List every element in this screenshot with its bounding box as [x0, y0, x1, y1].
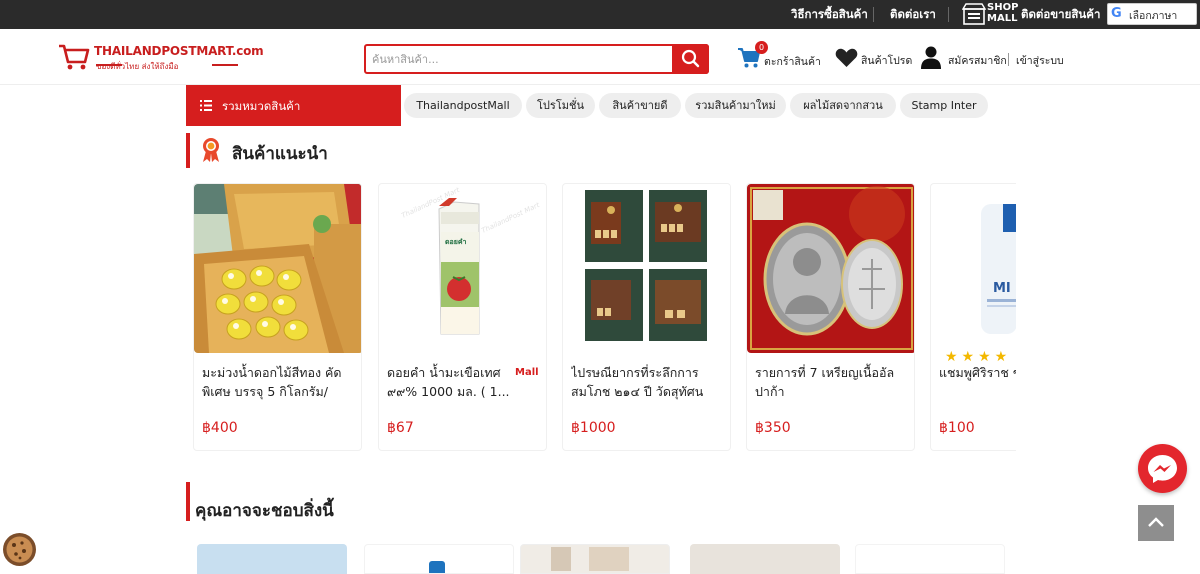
login-link[interactable]: เข้าสู่ระบบ — [1016, 52, 1064, 69]
search-box — [364, 44, 709, 74]
nav-pill-fresh-fruit[interactable]: ผลไม้สดจากสวน — [790, 93, 896, 118]
product-image-shampoo: MI — [931, 184, 1016, 353]
svg-text:ดอยคำ: ดอยคำ — [445, 238, 467, 246]
product-image[interactable] — [563, 184, 730, 353]
recommended-title: สินค้าแนะนำ — [232, 144, 328, 164]
shop-mall-logo[interactable]: SHOP MALL — [987, 2, 1018, 24]
logo-cart-icon[interactable] — [58, 43, 90, 71]
section-accent-bar — [186, 482, 190, 521]
sell-with-us-link[interactable]: ติดต่อขายสินค้า — [1021, 6, 1100, 24]
product-image[interactable] — [747, 184, 914, 353]
product-name[interactable]: รายการที่ 7 เหรียญเนื้ออัลปาก้า — [755, 363, 908, 403]
site-header: THAILANDPOSTMART.com ของดีทั่วไทย ส่งให้… — [0, 29, 1200, 85]
search-input[interactable] — [372, 49, 672, 69]
svg-text:MI: MI — [993, 281, 1011, 296]
product-name[interactable]: ดอยคำ น้ำมะเขือเทศ ๙๙% 1000 มล. ( 1... — [387, 363, 515, 403]
product-card-partial[interactable] — [855, 544, 1005, 574]
nav-pill-stamp-inter[interactable]: Stamp Inter — [900, 93, 988, 118]
cookie-icon — [6, 536, 33, 563]
shop-mall-word: SHOP — [987, 2, 1019, 13]
nav-pill-promotion[interactable]: โปรโมชั่น — [526, 93, 595, 118]
back-to-top-button[interactable] — [1138, 505, 1174, 541]
product-card[interactable]: มะม่วงน้ำดอกไม้สีทอง คัดพิเศษ บรรจุ 5 กิ… — [193, 183, 362, 451]
favorites-label[interactable]: สินค้าโปรด — [861, 52, 912, 69]
all-categories-button[interactable]: รวมหมวดสินค้า — [186, 85, 401, 126]
logo-title[interactable]: THAILANDPOSTMART.com — [94, 44, 264, 58]
product-card-partial[interactable] — [690, 544, 840, 574]
product-card-partial[interactable] — [364, 544, 514, 574]
logo-tagline: ของดีทั่วไทย ส่งให้ถึงมือ — [96, 62, 179, 71]
product-card-partial[interactable] — [197, 544, 347, 574]
award-ribbon-icon — [203, 138, 219, 162]
divider — [1008, 53, 1009, 66]
product-card[interactable]: ดอยคำ ThailandPost Mart ThailandPost Mar… — [378, 183, 547, 451]
logo-underline — [212, 64, 238, 66]
user-icon[interactable] — [921, 46, 941, 69]
contact-link[interactable]: ติดต่อเรา — [890, 6, 936, 24]
product-card[interactable]: ไปรษณียากรที่ระลึกการสมโภช ๒๑๔ ปี วัดสุท… — [562, 183, 731, 451]
language-selector[interactable]: G เลือกภาษา — [1107, 3, 1197, 25]
menu-list-icon — [200, 100, 212, 111]
product-price: ฿350 — [755, 420, 791, 436]
product-image[interactable]: MI — [931, 184, 1016, 353]
search-icon — [681, 49, 700, 68]
product-card[interactable]: รายการที่ 7 เหรียญเนื้ออัลปาก้า ฿350 — [746, 183, 915, 451]
section-accent-bar — [186, 133, 190, 168]
how-to-buy-link[interactable]: วิธีการซื้อสินค้า — [791, 6, 868, 24]
search-button[interactable] — [672, 44, 709, 74]
nav-pill-bestseller[interactable]: สินค้าขายดี — [599, 93, 681, 118]
product-card-partial[interactable] — [520, 544, 670, 574]
logo-underline — [96, 64, 122, 66]
top-bar: วิธีการซื้อสินค้า ติดต่อเรา SHOP MALL ติ… — [0, 0, 1200, 29]
heart-icon[interactable] — [835, 48, 858, 68]
product-image-mango — [194, 184, 361, 353]
google-icon: G — [1111, 6, 1122, 21]
product-price: ฿67 — [387, 420, 414, 436]
product-price: ฿1000 — [571, 420, 616, 436]
nav-pill-thailandpostmall[interactable]: ThailandpostMall — [404, 93, 522, 118]
register-link[interactable]: สมัครสมาชิก — [948, 52, 1007, 69]
divider — [948, 7, 949, 22]
mall-badge: Mall — [515, 367, 539, 378]
arrow-up-icon — [1148, 517, 1164, 527]
product-name[interactable]: แชมพูศิริราช ข 200 มล Siriraj — [939, 363, 1016, 403]
cookie-button[interactable] — [3, 533, 36, 566]
product-card[interactable]: MI ★★★★ แชมพูศิริราช ข 200 มล Siriraj ฿1… — [930, 183, 1016, 451]
language-label: เลือกภาษา — [1129, 10, 1178, 22]
product-image-partial — [551, 547, 571, 571]
may-like-title: คุณอาจจะชอบสิ่งนี้ — [195, 501, 334, 521]
product-image[interactable] — [194, 184, 361, 353]
product-image-partial — [429, 561, 445, 573]
messenger-icon — [1148, 455, 1177, 483]
product-name[interactable]: ไปรษณียากรที่ระลึกการสมโภช ๒๑๔ ปี วัดสุท… — [571, 363, 724, 403]
product-image-coin — [747, 184, 914, 353]
shop-mall-icon[interactable] — [962, 3, 986, 26]
shop-mall-word: MALL — [987, 13, 1018, 24]
cart-label[interactable]: ตะกร้าสินค้า — [764, 53, 821, 70]
product-name[interactable]: มะม่วงน้ำดอกไม้สีทอง คัดพิเศษ บรรจุ 5 กิ… — [202, 363, 355, 403]
product-price: ฿100 — [939, 420, 975, 436]
divider — [873, 7, 874, 22]
product-image-stamps — [563, 184, 730, 353]
product-image-partial — [589, 547, 629, 571]
all-categories-label: รวมหมวดสินค้า — [222, 99, 301, 113]
messenger-button[interactable] — [1138, 444, 1187, 493]
nav-pill-new-arrivals[interactable]: รวมสินค้ามาใหม่ — [685, 93, 786, 118]
product-price: ฿400 — [202, 420, 238, 436]
